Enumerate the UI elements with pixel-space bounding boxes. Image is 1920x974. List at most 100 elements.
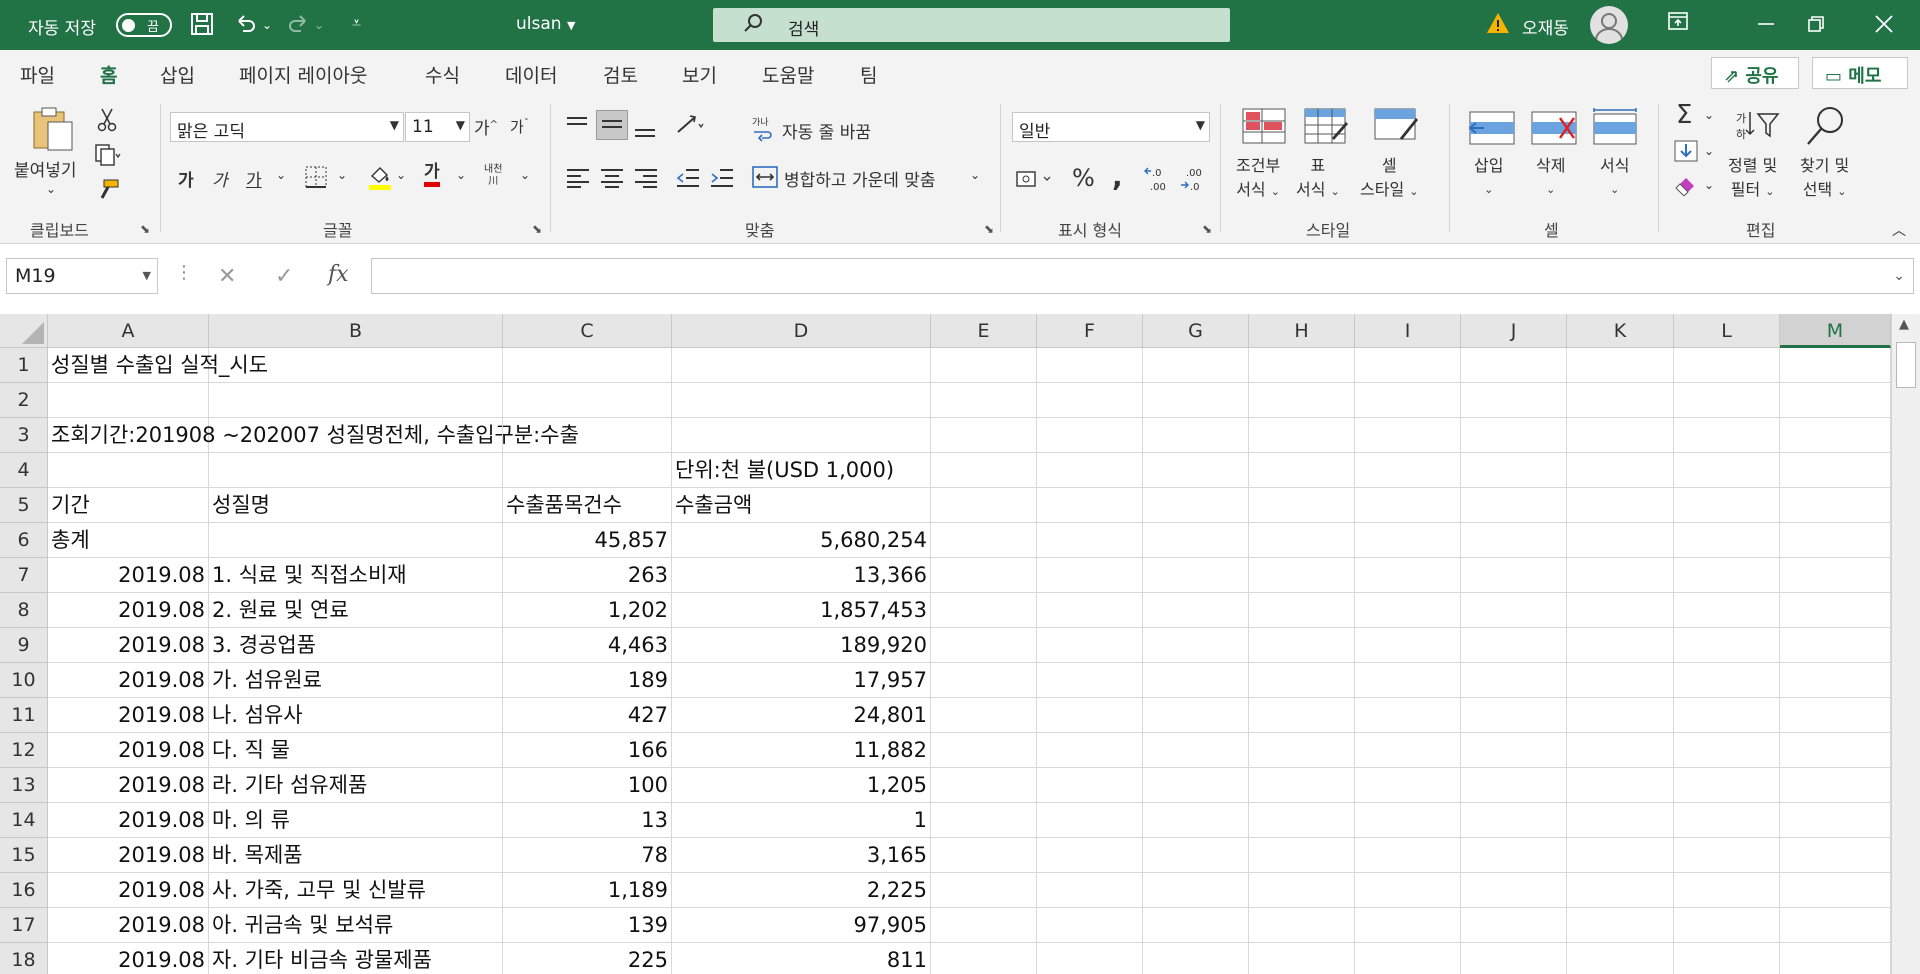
cell-b15[interactable]: 바. 목제품 — [209, 838, 503, 873]
comma-button[interactable]: , — [1112, 160, 1123, 193]
cell-m15[interactable] — [1780, 838, 1891, 873]
cell-a16[interactable]: 2019.08 — [48, 873, 209, 908]
cell-j10[interactable] — [1461, 663, 1567, 698]
phonetic-button[interactable]: 내천 川 — [484, 164, 502, 188]
cell-c3[interactable] — [503, 418, 672, 453]
cell-a18[interactable]: 2019.08 — [48, 943, 209, 974]
tab-file[interactable]: 파일 — [20, 61, 55, 88]
formula-input[interactable]: ⌄ — [371, 258, 1914, 294]
cell-e16[interactable] — [931, 873, 1037, 908]
cell-g9[interactable] — [1143, 628, 1249, 663]
cell-m5[interactable] — [1780, 488, 1891, 523]
cell-l16[interactable] — [1674, 873, 1780, 908]
accounting-format-icon[interactable] — [1016, 168, 1056, 194]
cell-b17[interactable]: 아. 귀금속 및 보석류 — [209, 908, 503, 943]
format-cells-icon[interactable] — [1592, 108, 1638, 150]
cell-g11[interactable] — [1143, 698, 1249, 733]
cell-f1[interactable] — [1037, 348, 1143, 383]
cell-h8[interactable] — [1249, 593, 1355, 628]
undo-dropdown-icon[interactable]: ⌄ — [262, 12, 272, 38]
cell-d5[interactable]: 수출금액 — [672, 488, 931, 523]
decrease-indent-icon[interactable] — [676, 168, 700, 192]
row-header[interactable]: 3 — [0, 418, 48, 453]
cell-c1[interactable] — [503, 348, 672, 383]
cell-h6[interactable] — [1249, 523, 1355, 558]
row-header[interactable]: 8 — [0, 593, 48, 628]
cell-b12[interactable]: 다. 직 물 — [209, 733, 503, 768]
cell-c12[interactable]: 166 — [503, 733, 672, 768]
cell-m1[interactable] — [1780, 348, 1891, 383]
cell-b6[interactable] — [209, 523, 503, 558]
cell-g1[interactable] — [1143, 348, 1249, 383]
cell-d14[interactable]: 1 — [672, 803, 931, 838]
sort-filter-label[interactable]: 정렬 및 필터 ⌄ — [1728, 154, 1777, 204]
column-header-b[interactable]: B — [209, 314, 503, 348]
cell-a17[interactable]: 2019.08 — [48, 908, 209, 943]
format-cells-label[interactable]: 서식 ⌄ — [1600, 154, 1629, 202]
cell-j16[interactable] — [1461, 873, 1567, 908]
cell-k11[interactable] — [1567, 698, 1674, 733]
column-header-f[interactable]: F — [1037, 314, 1143, 348]
cell-e2[interactable] — [931, 383, 1037, 418]
cell-b18[interactable]: 자. 기타 비금속 광물제품 — [209, 943, 503, 974]
cell-d8[interactable]: 1,857,453 — [672, 593, 931, 628]
column-header-m[interactable]: M — [1780, 314, 1891, 348]
cell-j17[interactable] — [1461, 908, 1567, 943]
cell-l17[interactable] — [1674, 908, 1780, 943]
phonetic-dropdown-icon[interactable]: ⌄ — [520, 168, 530, 182]
cell-i15[interactable] — [1355, 838, 1461, 873]
cell-f15[interactable] — [1037, 838, 1143, 873]
cell-g2[interactable] — [1143, 383, 1249, 418]
cell-f10[interactable] — [1037, 663, 1143, 698]
row-header[interactable]: 15 — [0, 838, 48, 873]
paste-dropdown-icon[interactable]: ⌄ — [46, 182, 56, 196]
row-header[interactable]: 1 — [0, 348, 48, 383]
cell-f5[interactable] — [1037, 488, 1143, 523]
tab-team[interactable]: 팀 — [860, 61, 877, 88]
font-color-button[interactable]: 가 — [424, 162, 440, 187]
cut-icon[interactable] — [97, 108, 117, 136]
cell-i5[interactable] — [1355, 488, 1461, 523]
font-name-select[interactable]: 맑은 고딕 ▼ — [170, 112, 404, 142]
font-launcher-icon[interactable]: ⬊ — [532, 222, 542, 236]
fill-dropdown-icon[interactable]: ⌄ — [1704, 144, 1714, 158]
cell-m7[interactable] — [1780, 558, 1891, 593]
cell-a10[interactable]: 2019.08 — [48, 663, 209, 698]
cancel-icon[interactable]: ✕ — [218, 264, 236, 289]
cell-k17[interactable] — [1567, 908, 1674, 943]
cell-l8[interactable] — [1674, 593, 1780, 628]
cell-c17[interactable]: 139 — [503, 908, 672, 943]
cell-c2[interactable] — [503, 383, 672, 418]
cell-a15[interactable]: 2019.08 — [48, 838, 209, 873]
cell-l10[interactable] — [1674, 663, 1780, 698]
cell-b7[interactable]: 1. 식료 및 직접소비재 — [209, 558, 503, 593]
cell-e12[interactable] — [931, 733, 1037, 768]
cell-d9[interactable]: 189,920 — [672, 628, 931, 663]
tab-home[interactable]: 홈 — [100, 61, 118, 98]
cell-g12[interactable] — [1143, 733, 1249, 768]
cell-h4[interactable] — [1249, 453, 1355, 488]
cell-b11[interactable]: 나. 섬유사 — [209, 698, 503, 733]
cell-h1[interactable] — [1249, 348, 1355, 383]
cell-d15[interactable]: 3,165 — [672, 838, 931, 873]
number-launcher-icon[interactable]: ⬊ — [1202, 222, 1212, 236]
redo-icon[interactable] — [286, 12, 310, 43]
copy-icon[interactable] — [95, 144, 121, 170]
column-header-e[interactable]: E — [931, 314, 1037, 348]
cell-c10[interactable]: 189 — [503, 663, 672, 698]
format-painter-icon[interactable] — [96, 178, 120, 206]
cell-c4[interactable] — [503, 453, 672, 488]
cell-m2[interactable] — [1780, 383, 1891, 418]
cell-i8[interactable] — [1355, 593, 1461, 628]
cell-e7[interactable] — [931, 558, 1037, 593]
scroll-up-icon[interactable]: ▲ — [1899, 317, 1909, 332]
clear-icon[interactable] — [1674, 174, 1698, 200]
cell-d4[interactable]: 단위:천 불(USD 1,000) — [672, 453, 931, 488]
cell-j18[interactable] — [1461, 943, 1567, 974]
cell-a4[interactable] — [48, 453, 209, 488]
alignment-launcher-icon[interactable]: ⬊ — [984, 222, 994, 236]
cell-l11[interactable] — [1674, 698, 1780, 733]
cell-j14[interactable] — [1461, 803, 1567, 838]
cell-i4[interactable] — [1355, 453, 1461, 488]
cell-a9[interactable]: 2019.08 — [48, 628, 209, 663]
